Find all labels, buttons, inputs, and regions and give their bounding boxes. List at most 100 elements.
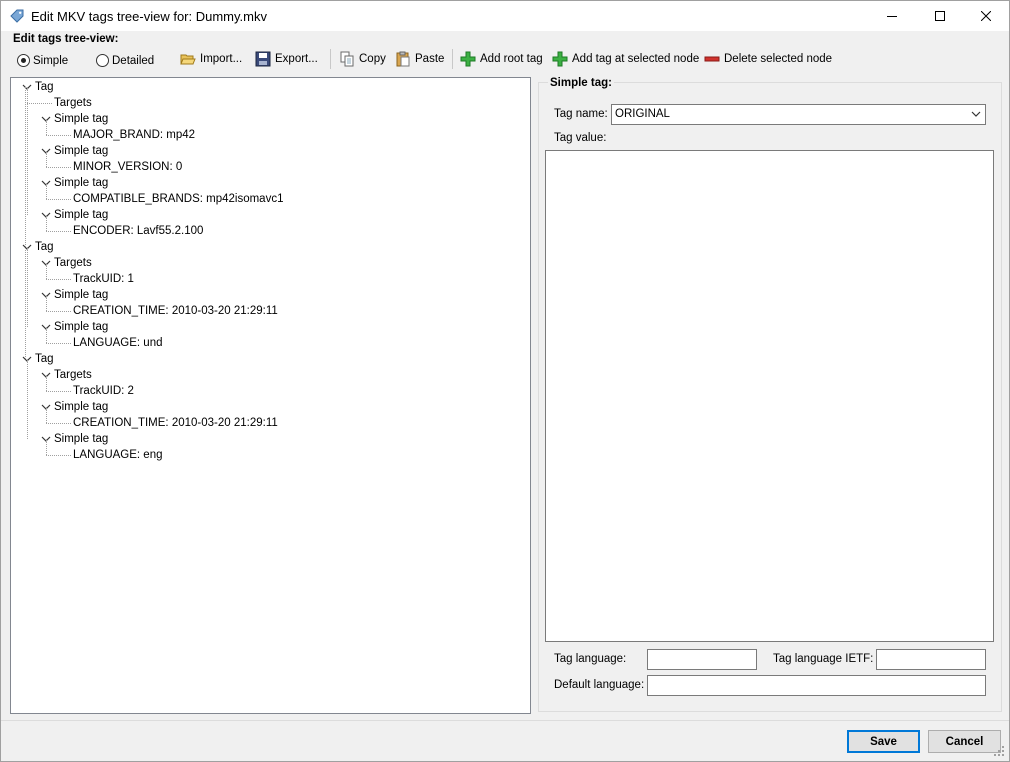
copy-label: Copy <box>359 53 386 65</box>
tree-connector <box>46 295 47 311</box>
tags-editor-window: Edit MKV tags tree-view for: Dummy.mkv E… <box>0 0 1010 762</box>
tree-connector <box>46 119 47 135</box>
maximize-icon <box>935 11 945 21</box>
delete-node-label: Delete selected node <box>724 53 833 65</box>
tree-node-simple-tag[interactable]: Simple tag <box>54 399 108 415</box>
tree-node-simple-tag[interactable]: Simple tag <box>54 175 108 191</box>
chevron-down-icon <box>971 111 981 117</box>
tree-connector <box>46 391 71 392</box>
minimize-button[interactable] <box>869 1 915 31</box>
remove-icon <box>704 56 720 62</box>
default-language-field[interactable] <box>647 675 986 696</box>
tree-connector <box>27 247 28 327</box>
add-icon <box>552 51 568 67</box>
tree-node-value[interactable]: TrackUID: 2 <box>73 383 134 399</box>
tree-node-tag[interactable]: Tag <box>35 79 54 95</box>
tree-connector <box>27 87 28 215</box>
tags-tree-view[interactable]: Tag Targets Simple tag MAJOR_BRAND: mp42 Sim… <box>10 77 531 714</box>
cancel-button[interactable]: Cancel <box>928 730 1001 753</box>
tag-language-label: Tag language: <box>554 653 627 665</box>
tree-node-simple-tag[interactable]: Simple tag <box>54 319 108 335</box>
maximize-button[interactable] <box>917 1 963 31</box>
tree-connector <box>46 375 47 391</box>
tag-language-field[interactable] <box>647 649 757 670</box>
simple-tag-group-title: Simple tag: <box>548 77 614 89</box>
save-button[interactable]: Save <box>847 730 920 753</box>
tree-connector <box>46 231 71 232</box>
tree-node-simple-tag[interactable]: Simple tag <box>54 287 108 303</box>
tag-name-combobox[interactable]: ORIGINAL <box>611 104 986 125</box>
tree-node-simple-tag[interactable]: Simple tag <box>54 143 108 159</box>
tree-connector <box>46 167 71 168</box>
toolbar-separator <box>452 49 453 69</box>
tree-connector <box>27 103 52 104</box>
minimize-icon <box>887 16 897 17</box>
tree-node-targets[interactable]: Targets <box>54 367 92 383</box>
tag-language-ietf-label: Tag language IETF: <box>773 653 874 665</box>
tree-connector <box>46 199 71 200</box>
add-root-tag-button[interactable]: Add root tag <box>460 49 543 69</box>
tree-connector <box>46 343 71 344</box>
tag-name-label: Tag name: <box>554 108 608 120</box>
tree-connector <box>46 407 47 423</box>
toolbar-separator <box>330 49 331 69</box>
tree-node-tag[interactable]: Tag <box>35 239 54 255</box>
tree-connector <box>46 439 47 455</box>
close-icon <box>981 11 991 21</box>
paste-button[interactable]: Paste <box>395 49 444 69</box>
add-icon <box>460 51 476 67</box>
resize-grip-icon[interactable] <box>993 745 1005 757</box>
detailed-radio-label: Detailed <box>112 54 155 67</box>
close-button[interactable] <box>963 1 1009 31</box>
tag-language-ietf-field[interactable] <box>876 649 986 670</box>
paste-icon <box>396 51 410 67</box>
window-title: Edit MKV tags tree-view for: Dummy.mkv <box>31 9 267 24</box>
tree-node-value[interactable]: MAJOR_BRAND: mp42 <box>73 127 195 143</box>
tree-node-simple-tag[interactable]: Simple tag <box>54 207 108 223</box>
simple-radio[interactable]: Simple <box>17 54 68 67</box>
simple-radio-label: Simple <box>33 54 69 67</box>
tree-connector <box>46 423 71 424</box>
radio-circle-checked <box>17 54 30 67</box>
default-language-label: Default language: <box>554 679 645 691</box>
import-button[interactable]: Import... <box>180 49 242 69</box>
tree-node-targets[interactable]: Targets <box>54 255 92 271</box>
tree-connector <box>46 327 47 343</box>
tree-connector <box>46 183 47 199</box>
tree-node-value[interactable]: CREATION_TIME: 2010-03-20 21:29:11 <box>73 303 278 319</box>
tree-node-tag[interactable]: Tag <box>35 351 54 367</box>
tree-connector <box>46 151 47 167</box>
tree-connector <box>46 135 71 136</box>
tree-connector <box>46 311 71 312</box>
add-root-tag-label: Add root tag <box>480 53 543 65</box>
tree-connector <box>46 215 47 231</box>
copy-button[interactable]: Copy <box>339 49 386 69</box>
tree-node-value[interactable]: TrackUID: 1 <box>73 271 134 287</box>
tree-node-targets[interactable]: Targets <box>54 95 92 111</box>
tree-node-value[interactable]: MINOR_VERSION: 0 <box>73 159 182 175</box>
export-button[interactable]: Export... <box>255 49 318 69</box>
tree-node-value[interactable]: CREATION_TIME: 2010-03-20 21:29:11 <box>73 415 278 431</box>
add-tag-at-node-button[interactable]: Add tag at selected node <box>552 49 699 69</box>
tag-value-textarea[interactable] <box>545 150 994 642</box>
tree-connector <box>46 455 71 456</box>
copy-icon <box>340 51 354 67</box>
delete-node-button[interactable]: Delete selected node <box>704 49 832 69</box>
tree-node-simple-tag[interactable]: Simple tag <box>54 431 108 447</box>
tag-icon <box>10 9 24 23</box>
radio-circle <box>96 54 109 67</box>
add-tag-at-node-label: Add tag at selected node <box>572 53 700 65</box>
tree-connector <box>27 359 28 439</box>
tree-node-value[interactable]: COMPATIBLE_BRANDS: mp42isomavc1 <box>73 191 283 207</box>
tree-node-value[interactable]: LANGUAGE: eng <box>73 447 162 463</box>
tree-connector <box>46 263 47 279</box>
tree-node-value[interactable]: LANGUAGE: und <box>73 335 162 351</box>
tree-node-value[interactable]: ENCODER: Lavf55.2.100 <box>73 223 203 239</box>
paste-label: Paste <box>415 53 445 65</box>
title-bar: Edit MKV tags tree-view for: Dummy.mkv <box>1 1 1009 31</box>
tree-connector <box>46 279 71 280</box>
tree-node-simple-tag[interactable]: Simple tag <box>54 111 108 127</box>
detailed-radio[interactable]: Detailed <box>96 54 154 67</box>
tag-name-value: ORIGINAL <box>615 108 670 120</box>
export-label: Export... <box>275 53 318 65</box>
